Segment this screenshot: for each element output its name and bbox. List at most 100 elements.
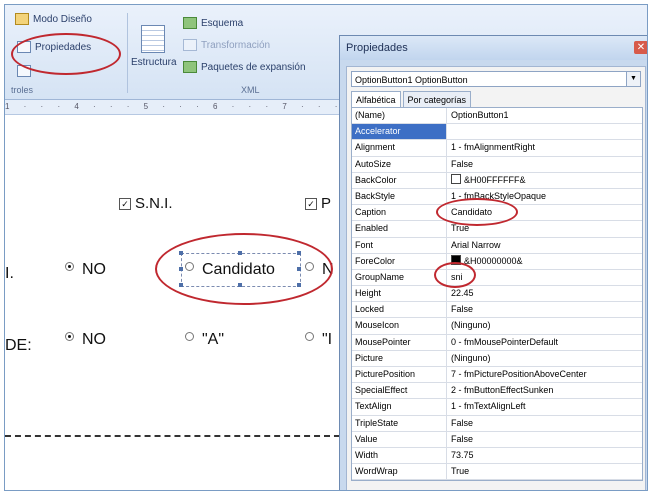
a-radio[interactable]: "A" xyxy=(185,331,224,349)
property-value[interactable]: True xyxy=(447,221,642,236)
property-row[interactable]: Caption Candidato xyxy=(352,205,642,222)
resize-handle[interactable] xyxy=(238,283,242,287)
resize-handle[interactable] xyxy=(297,251,301,255)
property-value-text: True xyxy=(451,223,470,234)
resize-handle[interactable] xyxy=(297,267,301,271)
schema-label: Esquema xyxy=(201,17,244,29)
property-value[interactable]: (Ninguno) xyxy=(447,318,642,333)
property-row[interactable]: Picture (Ninguno) xyxy=(352,350,642,367)
property-value-text: False xyxy=(451,417,474,428)
property-value[interactable]: 0 - fmMousePointerDefault xyxy=(447,335,642,350)
property-value-text: 7 - fmPicturePositionAboveCenter xyxy=(451,369,587,379)
group-label-controls: troles xyxy=(11,85,34,95)
property-value-text: 1 - fmTextAlignLeft xyxy=(451,401,526,412)
radio-selected-icon xyxy=(65,262,74,271)
property-row[interactable]: MouseIcon (Ninguno) xyxy=(352,318,642,335)
checkbox-checked-icon: ✓ xyxy=(305,198,317,210)
property-value[interactable]: 1 - fmAlignmentRight xyxy=(447,140,642,155)
schema-icon xyxy=(183,17,197,29)
p-checkbox[interactable]: ✓ P xyxy=(305,195,331,212)
chevron-down-icon[interactable]: ▼ xyxy=(626,72,640,86)
design-mode-icon xyxy=(15,13,29,25)
property-name: PicturePosition xyxy=(352,367,447,383)
no-radio-1[interactable]: NO xyxy=(65,261,106,279)
property-value-text: &H00000000& xyxy=(464,255,523,266)
property-value[interactable]: 73.75 xyxy=(447,448,642,463)
no-radio-2[interactable]: NO xyxy=(65,331,106,349)
property-name: Locked xyxy=(352,302,447,318)
property-row[interactable]: TripleState False xyxy=(352,415,642,432)
property-value[interactable]: False xyxy=(447,416,642,431)
close-icon[interactable]: ✕ xyxy=(634,41,647,54)
candidato-radio[interactable]: Candidato xyxy=(185,261,275,279)
transformation-button[interactable]: Transformación xyxy=(183,39,270,51)
property-value[interactable]: False xyxy=(447,302,642,317)
property-row[interactable]: BackColor &H00FFFFFF& xyxy=(352,172,642,189)
property-value[interactable]: sni xyxy=(447,270,642,285)
property-value-text: 0 - fmMousePointerDefault xyxy=(451,336,559,347)
property-value-text: Candidato xyxy=(451,207,493,218)
resize-handle[interactable] xyxy=(179,251,183,255)
tab-categorized[interactable]: Por categorías xyxy=(402,91,472,108)
n-radio[interactable]: N xyxy=(305,261,334,279)
properties-button[interactable]: Propiedades xyxy=(17,41,91,53)
property-row[interactable]: Value False xyxy=(352,431,642,448)
object-selector[interactable]: OptionButton1 OptionButton ▼ xyxy=(351,71,641,87)
property-value[interactable]: 7 - fmPicturePositionAboveCenter xyxy=(447,367,642,382)
property-value[interactable]: False xyxy=(447,157,642,172)
properties-titlebar[interactable]: Propiedades ✕ xyxy=(340,36,647,60)
property-row[interactable]: Height 22.45 xyxy=(352,286,642,303)
property-row[interactable]: WordWrap True xyxy=(352,464,642,481)
resize-handle[interactable] xyxy=(179,267,183,271)
properties-window[interactable]: Propiedades ✕ OptionButton1 OptionButton… xyxy=(339,35,647,490)
tab-alphabetic[interactable]: Alfabética xyxy=(351,91,401,108)
property-value[interactable]: &H00FFFFFF& xyxy=(447,173,642,188)
property-name: TextAlign xyxy=(352,399,447,415)
property-value[interactable]: True xyxy=(447,464,642,479)
property-row[interactable]: PicturePosition 7 - fmPicturePositionAbov… xyxy=(352,367,642,384)
property-value-text: &H00FFFFFF& xyxy=(464,174,526,185)
property-value[interactable]: (Ninguno) xyxy=(447,351,642,366)
property-value[interactable]: 1 - fmTextAlignLeft xyxy=(447,399,642,414)
property-row[interactable]: Width 73.75 xyxy=(352,447,642,465)
radio-unselected-icon xyxy=(185,332,194,341)
property-row[interactable]: Enabled True xyxy=(352,221,642,238)
b-radio[interactable]: "I xyxy=(305,331,332,349)
property-row[interactable]: MousePointer 0 - fmMousePointerDefault xyxy=(352,334,642,351)
property-value[interactable]: 2 - fmButtonEffectSunken xyxy=(447,383,642,398)
property-value[interactable]: 22.45 xyxy=(447,286,642,301)
property-row[interactable]: GroupName sni xyxy=(352,269,642,287)
property-row[interactable]: AutoSize False xyxy=(352,156,642,173)
resize-handle[interactable] xyxy=(297,283,301,287)
n-label: N xyxy=(322,261,334,278)
resize-handle[interactable] xyxy=(179,283,183,287)
property-value[interactable] xyxy=(447,124,642,139)
expansion-packs-label: Paquetes de expansión xyxy=(201,61,306,73)
property-row[interactable]: Locked False xyxy=(352,302,642,319)
structure-button[interactable]: Estructura xyxy=(131,57,177,68)
radio-unselected-icon xyxy=(305,262,314,271)
resize-handle[interactable] xyxy=(238,251,242,255)
property-name: BackStyle xyxy=(352,188,447,205)
property-row[interactable]: (Name) OptionButton1 xyxy=(352,108,642,125)
property-row[interactable]: Accelerator xyxy=(352,124,642,141)
property-value[interactable]: Arial Narrow xyxy=(447,238,642,253)
property-value[interactable]: Candidato xyxy=(447,205,642,220)
property-row[interactable]: Alignment 1 - fmAlignmentRight xyxy=(352,140,642,157)
schema-button[interactable]: Esquema xyxy=(183,17,243,29)
property-row[interactable]: SpecialEffect 2 - fmButtonEffectSunken xyxy=(352,383,642,400)
expansion-packs-button[interactable]: Paquetes de expansión xyxy=(183,61,306,73)
property-row[interactable]: ForeColor &H00000000& xyxy=(352,253,642,270)
property-row[interactable]: Font Arial Narrow xyxy=(352,237,642,254)
property-row[interactable]: TextAlign 1 - fmTextAlignLeft xyxy=(352,399,642,416)
property-value[interactable]: OptionButton1 xyxy=(447,108,642,123)
property-row[interactable]: BackStyle 1 - fmBackStyleOpaque xyxy=(352,188,642,206)
sni-checkbox[interactable]: ✓ S.N.I. xyxy=(119,195,173,212)
properties-icon xyxy=(17,41,31,53)
group-button[interactable] xyxy=(17,65,31,77)
design-mode-button[interactable]: Modo Diseño xyxy=(15,13,92,25)
property-value[interactable]: 1 - fmBackStyleOpaque xyxy=(447,189,642,204)
property-value-text: Arial Narrow xyxy=(451,239,501,250)
property-value[interactable]: &H00000000& xyxy=(447,254,642,269)
property-value[interactable]: False xyxy=(447,432,642,447)
